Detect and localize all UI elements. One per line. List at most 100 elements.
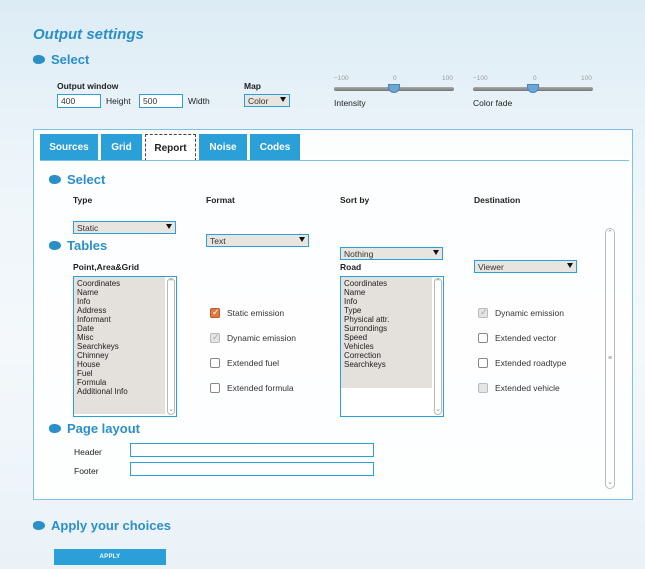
point-fields-listbox[interactable]: Coordinates Name Info Address Informant Date M… — [73, 276, 177, 417]
point-list-item[interactable]: Name — [77, 288, 162, 297]
colorfade-slider-handle[interactable] — [527, 84, 539, 93]
scroll-grip-icon[interactable]: ≡ — [606, 355, 614, 363]
scroll-up-icon[interactable]: ⌃ — [606, 230, 614, 238]
road-listbox-scrollbar[interactable]: ⌃ ⌄ — [434, 278, 442, 415]
road-list-item[interactable]: Vehicles — [344, 342, 429, 351]
road-list-item[interactable]: Surrondings — [344, 324, 429, 333]
bullet-icon — [33, 55, 45, 64]
tables-heading-text: Tables — [67, 238, 108, 253]
scroll-down-icon[interactable]: ⌄ — [606, 479, 614, 487]
destination-select[interactable]: Viewer — [474, 260, 577, 273]
road-checkbox-row: Dynamic emission — [478, 300, 598, 325]
tab-codes[interactable]: Codes — [250, 134, 300, 160]
apply-heading-text: Apply your choices — [51, 518, 171, 533]
point-checkbox-label: Dynamic emission — [227, 332, 296, 343]
point-list-item[interactable]: Date — [77, 324, 162, 333]
road-checkbox-row[interactable]: Extended vector — [478, 325, 598, 350]
point-list-item[interactable]: House — [77, 360, 162, 369]
sortby-select[interactable]: Nothing — [340, 247, 443, 260]
point-fields-list: Coordinates Name Info Address Informant Date M… — [74, 277, 165, 414]
road-fields-list: Coordinates Name Info Type Physical attr. Sur… — [341, 277, 432, 388]
page-layout-heading: Page layout — [49, 421, 140, 436]
road-label: Road — [340, 262, 362, 272]
road-list-item[interactable]: Info — [344, 297, 429, 306]
type-label: Type — [73, 195, 93, 205]
colorfade-min-tick: −100 — [473, 75, 488, 82]
height-input[interactable]: 400 — [57, 94, 101, 108]
footer-input[interactable] — [130, 462, 374, 476]
colorfade-max-tick: 100 — [581, 75, 592, 82]
road-checkbox-row[interactable]: Extended roadtype — [478, 350, 598, 375]
point-checkbox[interactable] — [210, 357, 220, 368]
point-listbox-scrollbar[interactable]: ⌃ ⌄ — [167, 278, 175, 415]
point-area-grid-label: Point,Area&Grid — [73, 262, 140, 272]
format-select[interactable]: Text — [206, 234, 309, 247]
road-list-item[interactable]: Coordinates — [344, 279, 429, 288]
intensity-slider-handle[interactable] — [388, 84, 400, 93]
point-list-item[interactable]: Fuel — [77, 369, 162, 378]
scroll-up-icon[interactable]: ⌃ — [168, 279, 174, 287]
point-checkbox-label: Extended fuel — [227, 357, 279, 368]
intensity-label: Intensity — [334, 98, 366, 108]
type-select-value: Static — [77, 223, 99, 233]
point-checkbox — [210, 332, 220, 343]
point-list-item[interactable]: Address — [77, 306, 162, 315]
type-select[interactable]: Static — [73, 221, 176, 234]
intensity-min-tick: −100 — [334, 75, 349, 82]
apply-button[interactable]: APPLY — [54, 549, 166, 565]
road-list-item[interactable]: Type — [344, 306, 429, 315]
output-window-label: Output window — [57, 81, 119, 91]
format-label: Format — [206, 195, 235, 205]
page-layout-heading-text: Page layout — [67, 421, 140, 436]
road-list-item[interactable]: Name — [344, 288, 429, 297]
sortby-label: Sort by — [340, 195, 370, 205]
road-list-item[interactable]: Physical attr. — [344, 315, 429, 324]
point-list-item[interactable]: Info — [77, 297, 162, 306]
point-checkbox-row: Dynamic emission — [210, 325, 330, 350]
point-checkbox-row[interactable]: Static emission — [210, 300, 330, 325]
width-input[interactable]: 500 — [139, 94, 183, 108]
tab-grid[interactable]: Grid — [101, 134, 142, 160]
tab-report[interactable]: Report — [145, 134, 196, 161]
road-fields-listbox[interactable]: Coordinates Name Info Type Physical attr. Sur… — [340, 276, 444, 417]
road-list-item[interactable]: Speed — [344, 333, 429, 342]
dropdown-arrow-icon — [280, 97, 286, 102]
point-list-item[interactable]: Chimney — [77, 351, 162, 360]
scroll-up-icon[interactable]: ⌃ — [435, 279, 441, 287]
panel-scrollbar[interactable]: ⌃ ≡ ⌄ — [605, 228, 615, 489]
point-list-item[interactable]: Informant — [77, 315, 162, 324]
point-checkbox-row[interactable]: Extended formula — [210, 375, 330, 400]
point-list-item[interactable]: Additional Info — [77, 387, 162, 396]
apply-heading: Apply your choices — [33, 518, 171, 533]
road-checkbox-label: Extended vector — [495, 332, 557, 343]
point-checkbox[interactable] — [210, 307, 220, 318]
height-label: Height — [106, 96, 131, 106]
intensity-max-tick: 100 — [442, 75, 453, 82]
road-checkbox[interactable] — [478, 332, 488, 343]
scroll-down-icon[interactable]: ⌄ — [168, 406, 174, 414]
header-input[interactable] — [130, 443, 374, 457]
intensity-mid-tick: 0 — [393, 75, 397, 82]
tab-sources[interactable]: Sources — [40, 134, 98, 160]
road-list-item[interactable]: Correction — [344, 351, 429, 360]
road-checkbox[interactable] — [478, 357, 488, 368]
select-heading-text: Select — [51, 52, 90, 67]
tab-noise[interactable]: Noise — [199, 134, 247, 160]
road-checkbox-group: Dynamic emission Extended vector Extended … — [478, 300, 598, 400]
road-checkbox-label: Extended vehicle — [495, 382, 560, 393]
point-list-item[interactable]: Coordinates — [77, 279, 162, 288]
point-checkbox[interactable] — [210, 382, 220, 393]
bullet-icon — [33, 521, 45, 530]
map-select[interactable]: Color — [244, 94, 290, 107]
colorfade-mid-tick: 0 — [533, 75, 537, 82]
map-label: Map — [244, 81, 261, 91]
point-list-item[interactable]: Misc — [77, 333, 162, 342]
bullet-icon — [49, 424, 61, 433]
road-list-item[interactable]: Searchkeys — [344, 360, 429, 369]
point-checkbox-row[interactable]: Extended fuel — [210, 350, 330, 375]
bullet-icon — [49, 175, 61, 184]
point-list-item[interactable]: Formula — [77, 378, 162, 387]
header-label: Header — [74, 447, 102, 457]
scroll-down-icon[interactable]: ⌄ — [435, 406, 441, 414]
point-list-item[interactable]: Searchkeys — [77, 342, 162, 351]
